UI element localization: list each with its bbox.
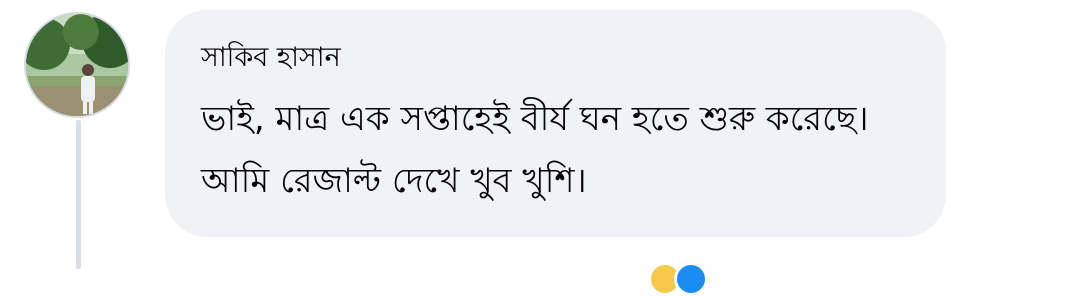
comment-text: ভাই, মাত্র এক সপ্তাহেই বীর্য ঘন হতে শুরু… <box>201 99 869 201</box>
comment-bubble: সাকিব হাসান ভাই, মাত্র এক সপ্তাহেই বীর্য… <box>165 10 946 237</box>
like-icon <box>674 262 708 296</box>
comment-author-name[interactable]: সাকিব হাসান <box>201 40 916 76</box>
avatar-photo <box>26 14 128 116</box>
comment-thread-line <box>76 120 81 269</box>
avatar[interactable] <box>24 12 130 118</box>
reaction-summary[interactable] <box>648 262 738 296</box>
